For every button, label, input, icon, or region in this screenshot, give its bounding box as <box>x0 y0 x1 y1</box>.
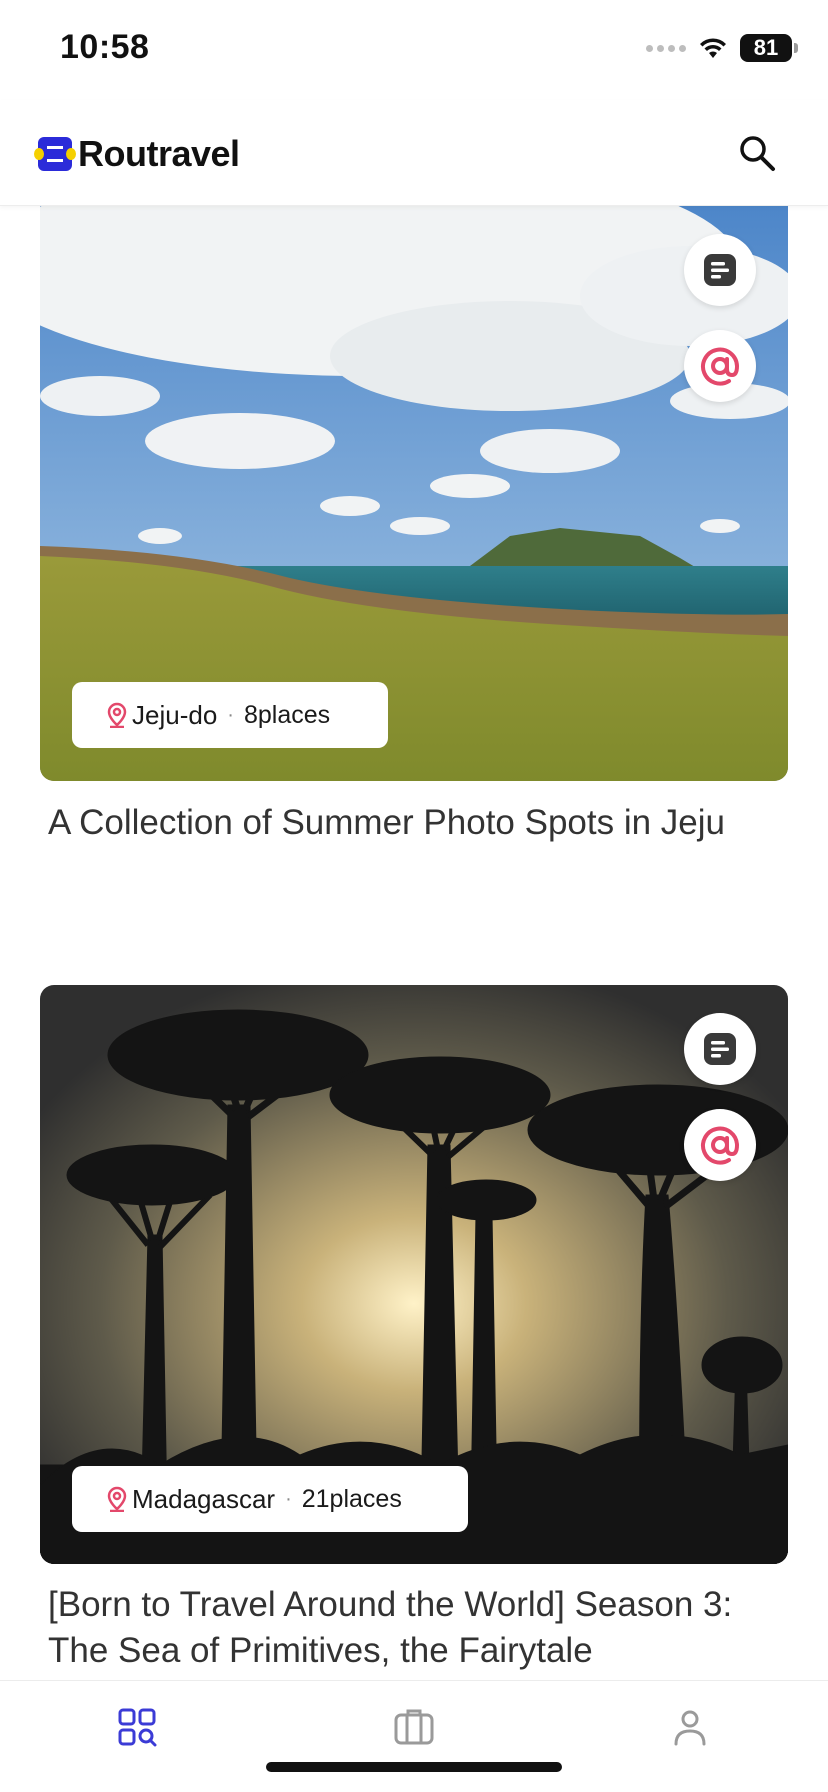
location-badge: Jeju-do · 8places <box>72 682 388 748</box>
suitcase-icon <box>394 1709 434 1745</box>
location-badge: Madagascar · 21places <box>72 1466 468 1532</box>
wifi-icon <box>700 38 726 58</box>
nav-tab-profile[interactable] <box>664 1701 716 1753</box>
status-bar: 10:58 81 <box>0 0 828 100</box>
status-time: 10:58 <box>60 28 150 66</box>
places-count: 21places <box>301 1484 402 1513</box>
separator-dot: · <box>227 703 234 726</box>
notes-icon <box>704 254 736 286</box>
post-notes-button[interactable] <box>684 234 756 306</box>
post-notes-button[interactable] <box>684 1013 756 1085</box>
location-name: Jeju-do <box>132 699 218 730</box>
search-icon <box>740 136 775 171</box>
brand-logo[interactable]: Routravel <box>34 133 240 175</box>
places-count: 8places <box>243 700 331 729</box>
location-name: Madagascar <box>132 1483 276 1514</box>
home-indicator[interactable] <box>266 1762 562 1772</box>
nav-tab-trips[interactable] <box>388 1701 440 1753</box>
post-title[interactable]: A Collection of Summer Photo Spots in Je… <box>48 800 778 846</box>
post-title[interactable]: [Born to Travel Around the World] Season… <box>48 1582 778 1674</box>
notes-icon <box>704 1033 736 1065</box>
at-sign-icon <box>701 1126 740 1165</box>
mention-button[interactable] <box>684 1109 756 1181</box>
brand-name: Routravel <box>78 133 240 174</box>
brand-logo-icon <box>34 137 76 171</box>
map-pin-icon <box>107 702 127 728</box>
at-sign-icon <box>701 347 740 386</box>
status-indicators: 81 <box>646 34 798 62</box>
map-pin-icon <box>107 1486 127 1512</box>
grid-search-icon <box>118 1708 157 1747</box>
app-header: Routravel <box>0 100 828 206</box>
bottom-navigation <box>0 1680 828 1792</box>
battery-indicator: 81 <box>740 34 798 62</box>
cellular-signal-icon <box>646 44 686 52</box>
mention-button[interactable] <box>684 330 756 402</box>
person-icon <box>674 1710 706 1746</box>
nav-tab-explore[interactable] <box>111 1701 163 1753</box>
search-button[interactable] <box>734 130 780 176</box>
post-card-image[interactable]: Jeju-do · 8places <box>40 206 788 781</box>
separator-dot: · <box>285 1487 292 1510</box>
post-card-image[interactable]: Madagascar · 21places <box>40 985 788 1564</box>
